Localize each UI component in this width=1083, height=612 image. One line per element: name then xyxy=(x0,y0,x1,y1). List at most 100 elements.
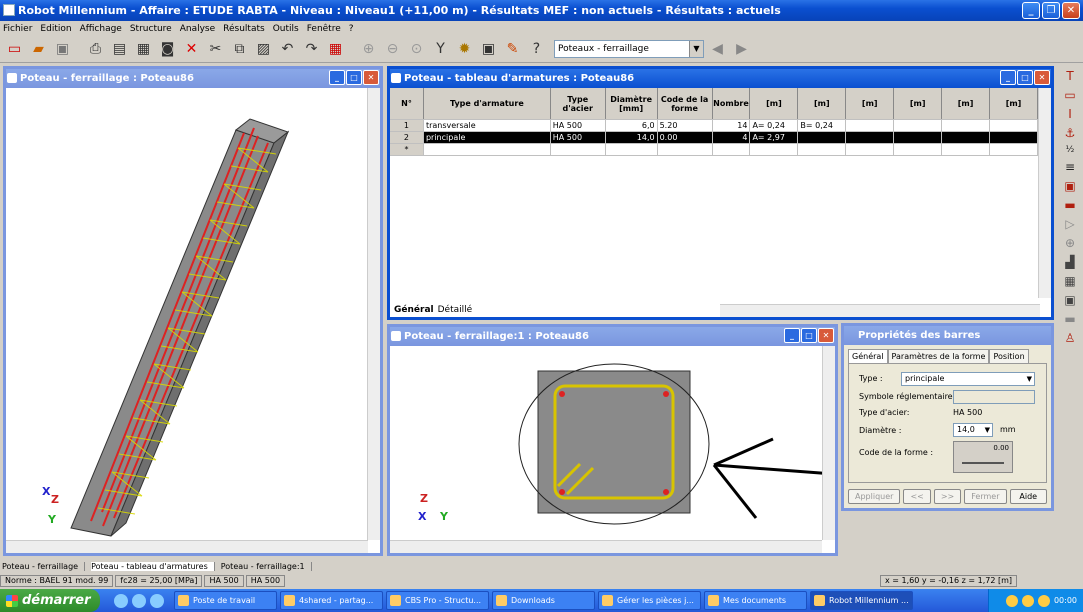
cell-empty[interactable] xyxy=(846,120,895,131)
help-button[interactable]: Aide xyxy=(1009,489,1047,504)
window-minimize-button[interactable]: _ xyxy=(329,70,345,85)
props-tab-position[interactable]: Position xyxy=(989,349,1029,363)
layout-icon[interactable]: ▣ xyxy=(478,39,499,60)
cell-code[interactable]: 0.00 xyxy=(658,132,713,143)
book-icon[interactable]: ▤ xyxy=(109,39,130,60)
table-row-new[interactable]: * xyxy=(390,144,1038,156)
col-header[interactable]: [m] xyxy=(846,88,895,119)
camera-icon[interactable]: ◙ xyxy=(157,39,178,60)
ie-icon[interactable] xyxy=(114,593,128,608)
grid-icon[interactable]: ▦ xyxy=(1064,274,1075,288)
window-minimize-button[interactable]: _ xyxy=(784,328,800,343)
shape-icon[interactable]: ▷ xyxy=(1065,217,1074,231)
mdi-tab[interactable]: Poteau - ferraillage:1 xyxy=(221,562,312,571)
col-header[interactable]: [m] xyxy=(750,88,799,119)
layout-combo[interactable]: Poteaux - ferraillage ▼ xyxy=(554,40,704,58)
cell-empty[interactable] xyxy=(846,132,895,143)
circle-icon[interactable]: ⊕ xyxy=(1065,236,1075,250)
row-number[interactable]: 1 xyxy=(390,120,424,131)
close-button[interactable]: ✕ xyxy=(1062,2,1080,19)
menu-analyse[interactable]: Analyse xyxy=(180,24,215,34)
type-select[interactable]: principale ▼ xyxy=(901,372,1035,386)
window-minimize-button[interactable]: _ xyxy=(1000,70,1016,85)
window-close-button[interactable]: ✕ xyxy=(1034,70,1050,85)
cell-dim-a[interactable]: A= 2,97 xyxy=(750,132,799,143)
paste-icon[interactable]: ▨ xyxy=(253,39,274,60)
menu-fenetre[interactable]: Fenêtre xyxy=(307,24,341,34)
taskbar-item[interactable]: Gérer les pièces j... xyxy=(598,591,701,610)
horizontal-scrollbar[interactable] xyxy=(6,540,368,553)
col-header[interactable]: N° xyxy=(390,88,424,119)
row-number[interactable]: * xyxy=(390,144,424,155)
menu-edition[interactable]: Edition xyxy=(40,24,71,34)
filter-icon[interactable]: Y xyxy=(430,39,451,60)
window-close-button[interactable]: ✕ xyxy=(363,70,379,85)
fraction-icon[interactable]: ½ xyxy=(1066,145,1075,155)
cell-empty[interactable] xyxy=(942,120,991,131)
menu-outils[interactable]: Outils xyxy=(273,24,299,34)
section-icon[interactable]: ▬ xyxy=(1064,198,1075,212)
cell-empty[interactable] xyxy=(750,144,799,155)
taskbar-item[interactable]: 4shared - partag... xyxy=(280,591,383,610)
window-maximize-button[interactable]: □ xyxy=(346,70,362,85)
taskbar-item[interactable]: CBS Pro - Structu... xyxy=(386,591,489,610)
redo-icon[interactable]: ↷ xyxy=(301,39,322,60)
cell-empty[interactable] xyxy=(606,144,658,155)
horizontal-scrollbar[interactable] xyxy=(390,540,822,553)
cell-nombre[interactable]: 14 xyxy=(713,120,751,131)
panel-icon[interactable]: ▬ xyxy=(1064,312,1075,326)
browser-icon[interactable] xyxy=(132,593,146,608)
mdi-tab-active[interactable]: Poteau - tableau d'armatures xyxy=(91,562,215,571)
calculator-icon[interactable]: ▦ xyxy=(325,39,346,60)
vertical-scrollbar[interactable] xyxy=(1038,88,1051,298)
copy-icon[interactable]: ⧉ xyxy=(229,39,250,60)
col-header[interactable]: [m] xyxy=(942,88,991,119)
cell-diametre[interactable]: 14,0 xyxy=(606,132,658,143)
cell-empty[interactable] xyxy=(713,144,751,155)
cell-empty[interactable] xyxy=(846,144,895,155)
tab-detail[interactable]: Détaillé xyxy=(438,305,473,315)
col-header[interactable]: [m] xyxy=(990,88,1038,119)
cell-empty[interactable] xyxy=(990,144,1038,155)
cell-empty[interactable] xyxy=(798,132,847,143)
media-icon[interactable] xyxy=(150,593,164,608)
taskbar-item[interactable]: Mes documents xyxy=(704,591,807,610)
col-header[interactable]: Diamètre [mm] xyxy=(606,88,658,119)
cell-code[interactable]: 5.20 xyxy=(658,120,713,131)
cell-empty[interactable] xyxy=(658,144,713,155)
menu-structure[interactable]: Structure xyxy=(130,24,172,34)
row-number[interactable]: 2 xyxy=(390,132,424,143)
mdi-tab[interactable]: Poteau - ferraillage xyxy=(2,562,86,571)
menu-resultats[interactable]: Résultats xyxy=(223,24,265,34)
stairs-icon[interactable]: ▟ xyxy=(1065,255,1074,269)
column-icon[interactable]: T xyxy=(1066,69,1073,83)
window-maximize-button[interactable]: □ xyxy=(1017,70,1033,85)
menu-help[interactable]: ? xyxy=(349,24,354,34)
help-icon[interactable]: ? xyxy=(526,39,547,60)
prev-arrow-icon[interactable]: ◀ xyxy=(707,39,728,60)
col-header[interactable]: Code de la forme xyxy=(658,88,713,119)
view-icon[interactable]: ▣ xyxy=(1064,293,1075,307)
taskbar-item[interactable]: Poste de travail xyxy=(174,591,277,610)
tray-icon[interactable] xyxy=(1037,594,1050,607)
cell-acier[interactable]: HA 500 xyxy=(551,132,606,143)
cell-dim-a[interactable]: A= 0,24 xyxy=(750,120,799,131)
zoom-out-icon[interactable]: ⊖ xyxy=(382,39,403,60)
maximize-button[interactable]: ❐ xyxy=(1042,2,1060,19)
start-button[interactable]: démarrer xyxy=(0,589,100,612)
cell-empty[interactable] xyxy=(894,144,943,155)
taskbar-item[interactable]: Downloads xyxy=(492,591,595,610)
cell-empty[interactable] xyxy=(894,132,943,143)
chair-icon[interactable]: ♙ xyxy=(1065,331,1076,345)
preview-icon[interactable]: ▦ xyxy=(133,39,154,60)
menu-fichier[interactable]: Fichier xyxy=(3,24,32,34)
cell-nombre[interactable]: 4 xyxy=(713,132,751,143)
gear-icon[interactable]: ✹ xyxy=(454,39,475,60)
tray-icon[interactable] xyxy=(1005,594,1018,607)
window-maximize-button[interactable]: □ xyxy=(801,328,817,343)
taskbar-item-active[interactable]: Robot Millennium ... xyxy=(810,591,913,610)
cell-acier[interactable]: HA 500 xyxy=(551,120,606,131)
list-icon[interactable]: ≡ xyxy=(1065,160,1075,174)
anchor-icon[interactable]: ⚓ xyxy=(1065,126,1076,140)
cell-diametre[interactable]: 6,0 xyxy=(606,120,658,131)
